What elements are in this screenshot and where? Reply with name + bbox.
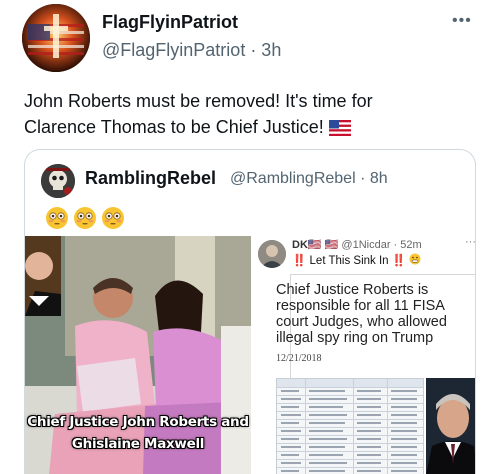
grimacing-face-icon (409, 253, 421, 265)
inner-author-name: DK🇺🇸 🇺🇸 (292, 239, 339, 251)
quoted-author-avatar[interactable] (41, 164, 75, 198)
double-exclamation-icon: ‼️ (391, 255, 407, 267)
inner-author-handle: DK🇺🇸 🇺🇸 @1Nicdar · 52m (292, 238, 422, 251)
flushed-face-icon (46, 207, 68, 229)
photo-caption-line-1: Chief Justice John Roberts and (27, 414, 249, 430)
more-options-icon[interactable]: ••• (452, 12, 472, 30)
inner-more-icon: ··· (465, 236, 476, 248)
inner-tweet-text: ‼️ Let This Sink In ‼️ (292, 253, 421, 267)
tweet-text-line-2: Clarence Thomas to be Chief Justice! (24, 117, 324, 137)
author-display-name[interactable]: FlagFlyinPatriot (102, 12, 238, 33)
flushed-face-icon (102, 207, 124, 229)
inner-article-date: 12/21/2018 (276, 353, 322, 364)
author-handle-and-time[interactable]: @FlagFlyinPatriot · 3h (102, 40, 281, 61)
skull-avatar-image (41, 164, 75, 198)
judges-table-image (276, 378, 424, 474)
inner-tweet-text-body: Let This Sink In (309, 255, 389, 267)
flushed-face-icon (74, 207, 96, 229)
us-flag-icon (328, 120, 351, 136)
inner-author-avatar (258, 240, 286, 268)
inner-article-headline: Chief Justice Roberts is responsible for… (276, 282, 447, 346)
tweet-text-line-1: John Roberts must be removed! It's time … (24, 91, 373, 111)
tweet-text: John Roberts must be removed! It's time … (24, 88, 484, 140)
quoted-media-photo[interactable]: Chief Justice John Roberts and Ghislaine… (25, 236, 251, 474)
double-exclamation-icon: ‼️ (292, 255, 307, 267)
quoted-tweet-card[interactable]: RamblingRebel @RamblingRebel · 8h Chief … (24, 149, 476, 474)
quoted-author-handle-and-time[interactable]: @RamblingRebel · 8h (230, 170, 388, 188)
judge-portrait-svg (426, 378, 475, 474)
judge-portrait-image (426, 378, 475, 474)
inner-author-meta: @1Nicdar · 52m (341, 239, 422, 251)
inner-avatar-image (258, 240, 286, 268)
photo-caption-line-2: Ghislaine Maxwell (71, 436, 205, 452)
author-avatar[interactable] (22, 4, 90, 72)
quoted-media-screenshot[interactable]: DK🇺🇸 🇺🇸 @1Nicdar · 52m ··· ‼️ Let This S… (254, 236, 476, 474)
flushed-emoji-row (45, 206, 125, 230)
quoted-author-display-name[interactable]: RamblingRebel (85, 168, 216, 189)
flag-avatar-image (22, 4, 90, 72)
